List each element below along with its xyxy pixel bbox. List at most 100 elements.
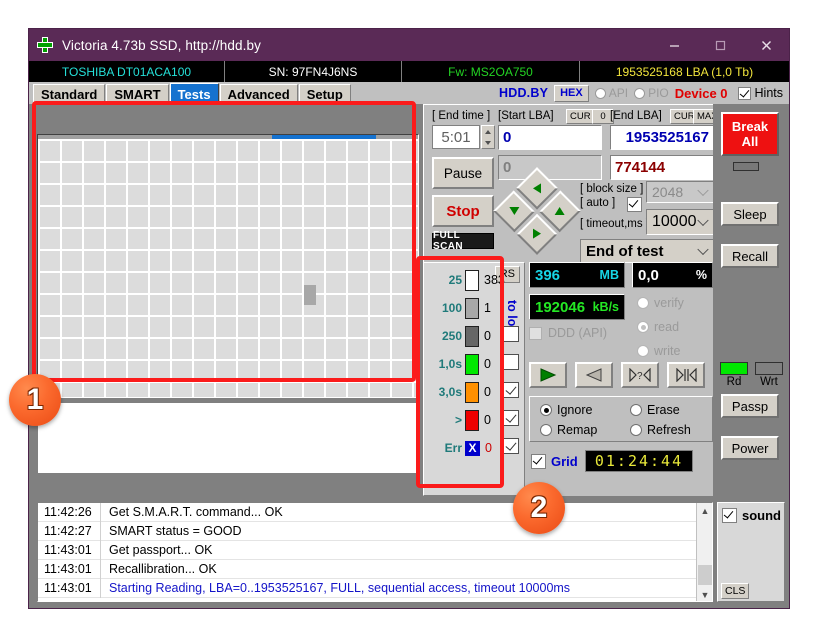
tab-tests[interactable]: Tests <box>169 83 219 104</box>
timeout-label: [ timeout,ms ] <box>580 218 650 230</box>
map-grid[interactable] <box>38 139 418 397</box>
app-screenshot: Victoria 4.73b SSD, http://hdd.by TOSHIB… <box>0 0 814 637</box>
drive-serial: SN: 97FN4J6NS <box>225 61 402 82</box>
log-row: 11:43:01 Recallibration... OK <box>38 559 712 579</box>
legend-value: 0 <box>484 329 491 343</box>
legend-checkbox-250[interactable] <box>503 326 519 342</box>
pause-button[interactable]: Pause <box>432 157 494 189</box>
end-time-spinner[interactable] <box>481 125 495 149</box>
start-lba-cur-button[interactable]: CUR <box>566 109 595 124</box>
log-message: Recallibration... OK <box>109 562 217 576</box>
seek-end-icon[interactable] <box>667 362 705 388</box>
legend-checkbox-3s[interactable] <box>503 382 519 398</box>
window-title: Victoria 4.73b SSD, http://hdd.by <box>62 37 261 53</box>
chevron-down-icon <box>697 214 709 227</box>
grid-checkbox-box <box>531 454 546 469</box>
end-time-field[interactable]: 5:01 <box>432 125 480 149</box>
reverse-icon[interactable] <box>575 362 613 388</box>
power-button[interactable]: Power <box>721 436 779 460</box>
log-time: 11:42:27 <box>44 524 92 538</box>
end-lba-label: [End LBA] <box>610 110 662 122</box>
legend-checkbox-over[interactable] <box>503 410 519 426</box>
legend-label: > <box>454 413 462 427</box>
tab-bar-right: HDD.BY HEX API PIO Device 0 Hints <box>499 82 789 104</box>
end-time-label: [ End time ] <box>432 110 491 122</box>
scan-direction-pad[interactable] <box>493 167 581 255</box>
cls-button[interactable]: CLS <box>721 583 750 599</box>
play-icon[interactable] <box>529 362 567 388</box>
remap-radio[interactable]: Remap <box>540 423 597 437</box>
erase-radio[interactable]: Erase <box>630 403 680 417</box>
block-size-select[interactable]: 2048 <box>646 181 714 203</box>
map-cell-marked <box>304 285 316 305</box>
read-radio-label: read <box>654 320 680 334</box>
drive-model: TOSHIBA DT01ACA100 <box>29 61 225 82</box>
log-row: 11:43:01 Get passport... OK <box>38 540 712 560</box>
sleep-label: Sleep <box>733 206 767 222</box>
close-icon[interactable] <box>743 29 789 61</box>
start-lba-field[interactable]: 0 <box>498 125 602 150</box>
ddd-api-checkbox[interactable]: DDD (API) <box>529 326 607 340</box>
percent-value: 0,0 <box>638 266 659 284</box>
pio-radio[interactable]: PIO <box>634 86 669 100</box>
annotation-badge-1: 1 <box>9 374 61 426</box>
log-time: 11:43:01 <box>44 581 92 595</box>
ignore-radio[interactable]: Ignore <box>540 403 592 417</box>
tab-smart[interactable]: SMART <box>106 84 169 104</box>
read-radio[interactable]: read <box>637 320 679 334</box>
rd-label: Rd <box>726 376 742 388</box>
log-time: 11:43:01 <box>44 543 92 557</box>
legend-checkbox-1s[interactable] <box>503 354 519 370</box>
chevron-down-icon <box>697 184 709 197</box>
tab-setup[interactable]: Setup <box>298 84 351 104</box>
break-all-button[interactable]: Break All <box>721 112 779 156</box>
green-cross-icon <box>37 37 53 53</box>
sound-checkbox-box <box>722 508 737 523</box>
size-unit: MB <box>599 268 619 282</box>
auto-checkbox[interactable] <box>627 197 642 212</box>
api-radio[interactable]: API <box>594 86 628 100</box>
legend-row-25: 25 383 <box>428 267 522 293</box>
scroll-down-icon[interactable]: ▼ <box>697 587 712 601</box>
pio-radio-label: PIO <box>648 86 669 100</box>
wrt-label: Wrt <box>760 376 778 388</box>
grid-checkbox[interactable]: Grid <box>531 454 578 469</box>
scrollbar-thumb[interactable] <box>698 565 712 585</box>
seek-unknown-icon[interactable]: ? <box>621 362 659 388</box>
start-lba-secondary-field: 0 <box>498 155 602 180</box>
legend-swatch <box>465 381 479 403</box>
recall-button[interactable]: Recall <box>721 244 779 268</box>
break-all-line1: Break <box>731 119 769 134</box>
end-action-select[interactable]: End of test <box>580 239 714 263</box>
log-panel[interactable]: 11:42:26 Get S.M.A.R.T. command... OK 11… <box>37 502 713 602</box>
end-action-value: End of test <box>586 242 664 260</box>
tab-standard[interactable]: Standard <box>33 84 106 104</box>
timeout-select[interactable]: 10000 <box>646 209 714 235</box>
tab-advanced[interactable]: Advanced <box>219 84 298 104</box>
full-scan-button[interactable]: FULL SCAN <box>432 230 494 252</box>
legend-swatch <box>465 353 479 375</box>
hints-checkbox[interactable]: Hints <box>737 86 783 100</box>
hex-button[interactable]: HEX <box>554 84 589 102</box>
verify-radio[interactable]: verify <box>637 296 684 310</box>
sleep-button[interactable]: Sleep <box>721 202 779 226</box>
log-row: 11:43:01 Starting Reading, LBA=0..195352… <box>38 578 712 598</box>
minimize-icon[interactable] <box>651 29 697 61</box>
legend-label: Err <box>444 441 462 455</box>
size-value: 396 <box>535 266 561 284</box>
log-scrollbar[interactable]: ▲ ▼ <box>696 503 712 601</box>
stop-button[interactable]: Stop <box>432 195 494 227</box>
speed-unit: kB/s <box>592 300 619 314</box>
scroll-up-icon[interactable]: ▲ <box>697 503 712 519</box>
maximize-icon[interactable] <box>697 29 743 61</box>
end-lba-field[interactable]: 1953525167 <box>610 125 714 150</box>
refresh-radio[interactable]: Refresh <box>630 423 691 437</box>
device-label: Device 0 <box>674 85 728 101</box>
passp-button[interactable]: Passp <box>721 394 779 418</box>
legend-checkbox-err[interactable] <box>503 438 519 454</box>
sound-checkbox[interactable]: sound <box>718 503 784 523</box>
grid-map-panel[interactable] <box>37 134 419 398</box>
write-radio-circle <box>637 345 649 357</box>
passp-label: Passp <box>731 398 769 414</box>
write-radio[interactable]: write <box>637 344 680 358</box>
